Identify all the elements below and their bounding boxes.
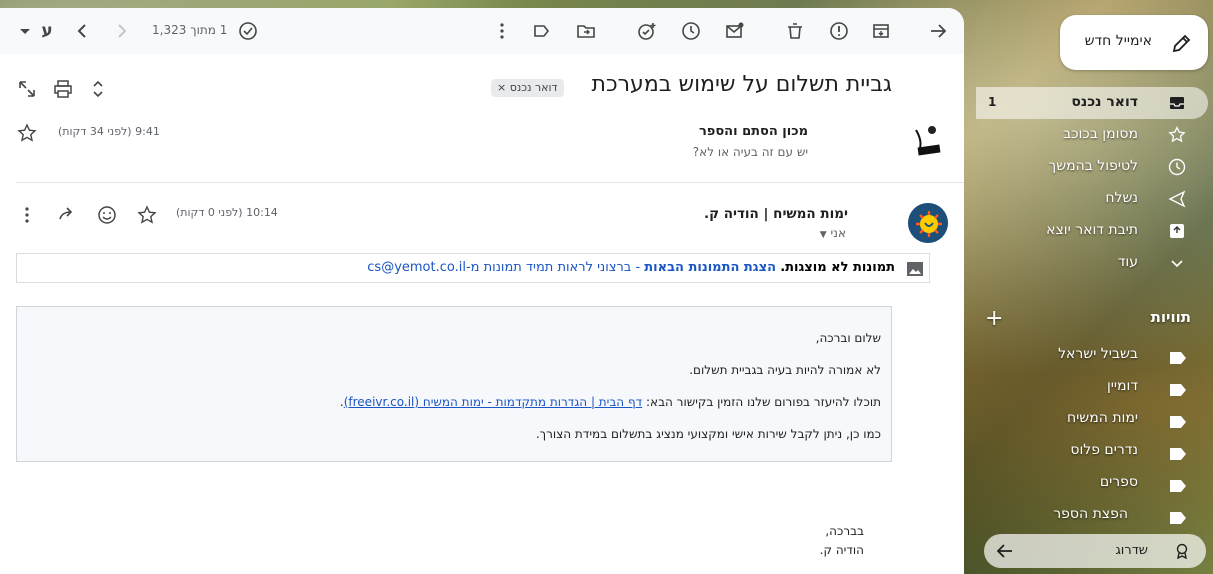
body-line-2: תוכלו להיעזר בפורום שלנו הזמין בקישור הב… xyxy=(340,395,881,409)
report-spam-icon[interactable] xyxy=(828,20,850,42)
expand-collapse-icon[interactable] xyxy=(87,78,109,100)
body-line-3: כמו כן, ניתן לקבל שירות אישי ומקצועי מנצ… xyxy=(535,427,881,441)
email-panel: ע 1 מתוך 1,323 דואר נכנס × גביית תשלום ע… xyxy=(0,8,964,574)
image-icon xyxy=(906,260,924,276)
sidebar-item-sent[interactable]: נשלח xyxy=(976,183,1208,215)
pager-count: 1 מתוך 1,323 xyxy=(152,23,228,37)
labels-section-title: תוויות xyxy=(1150,308,1191,326)
body-greeting: שלום וברכה, xyxy=(815,331,881,345)
add-label-icon[interactable]: + xyxy=(985,306,1003,331)
label-tag-icon xyxy=(1170,509,1186,524)
more-vert-icon[interactable] xyxy=(491,20,513,42)
label-item-text: דומיין xyxy=(1106,378,1138,394)
send-icon xyxy=(1168,190,1186,208)
body-line-1: לא אמורה להיות בעיה בגביית תשלום. xyxy=(689,363,881,377)
label-item-text: בשביל ישראל xyxy=(1058,346,1138,362)
caret-down-icon[interactable] xyxy=(14,20,36,42)
sidebar-item-label: תיבת דואר יוצא xyxy=(1046,222,1138,238)
label-icon[interactable] xyxy=(530,20,552,42)
back-arrow-icon[interactable] xyxy=(927,20,949,42)
back-arrow-icon[interactable] xyxy=(994,540,1016,562)
label-tag-icon xyxy=(1170,413,1186,428)
move-to-folder-icon[interactable] xyxy=(575,20,597,42)
archive-icon[interactable] xyxy=(870,20,892,42)
sidebar-item-snoozed[interactable]: לטיפול בהמשך xyxy=(976,151,1208,183)
signoff: בברכה, xyxy=(825,524,864,538)
email-subject: גביית תשלום על שימוש במערכת xyxy=(591,72,892,97)
signature: הודיה ק. xyxy=(819,543,864,557)
inbox-unread-count: 1 xyxy=(988,95,997,109)
label-item-text: ספרים xyxy=(1099,474,1138,490)
sender-avatar-yemot xyxy=(908,203,948,243)
inbox-label-chip[interactable]: דואר נכנס × xyxy=(491,79,564,97)
label-item[interactable]: ימות המשיח xyxy=(976,405,1208,433)
recipient-details-caret-icon[interactable]: ▼ xyxy=(820,230,827,240)
recipient-to-me[interactable]: אני ▼ xyxy=(820,226,846,240)
sidebar-item-more[interactable]: עוד xyxy=(976,247,1208,279)
sidebar-item-label: עוד xyxy=(1117,254,1138,270)
images-hidden-bar: תמונות לא מוצגות. הצגת התמונות הבאות - ב… xyxy=(16,253,930,283)
chevron-down-icon xyxy=(1168,254,1186,272)
reply-icon[interactable] xyxy=(56,204,78,226)
label-tag-icon xyxy=(1170,381,1186,396)
emoji-reaction-icon[interactable] xyxy=(96,204,118,226)
label-item-text: הפצת הספר xyxy=(1053,506,1128,522)
star-icon xyxy=(1168,125,1186,144)
images-not-shown-text: תמונות לא מוצגות. xyxy=(780,260,895,275)
pencil-icon xyxy=(1170,31,1194,55)
sidebar-item-starred[interactable]: מסומן בכוכב xyxy=(976,119,1208,151)
upgrade-button[interactable]: שדרוג xyxy=(984,534,1206,568)
recipient-label: אני xyxy=(830,226,846,240)
first-message-snippet[interactable]: יש עם זה בעיה או לא? xyxy=(693,145,808,159)
label-tag-icon xyxy=(1170,477,1186,492)
email-body-box: שלום וברכה, לא אמורה להיות בעיה בגביית ת… xyxy=(16,306,892,462)
sidebar-item-label: מסומן בכוכב xyxy=(1063,126,1138,142)
older-chevron-icon[interactable] xyxy=(110,20,132,42)
second-message-time: 10:14 (לפני 0 דקות) xyxy=(176,206,278,219)
mark-unread-icon[interactable] xyxy=(724,20,746,42)
sidebar-item-label: נשלח xyxy=(1105,190,1138,206)
sidebar-item-label: לטיפול בהמשך xyxy=(1048,158,1138,174)
first-message-sender[interactable]: מכון הסתם והספר xyxy=(699,124,808,139)
delete-icon[interactable] xyxy=(784,20,806,42)
clock-icon xyxy=(1168,158,1186,176)
first-message-time: 9:41 (לפני 34 דקות) xyxy=(58,125,160,138)
label-tag-icon xyxy=(1170,445,1186,460)
award-icon xyxy=(1174,543,1190,560)
sidebar-item-inbox[interactable]: דואר נכנס 1 xyxy=(976,87,1208,119)
open-in-new-window-icon[interactable] xyxy=(16,78,38,100)
print-icon[interactable] xyxy=(52,78,74,100)
label-item[interactable]: נדרים פלוס xyxy=(976,437,1208,465)
add-task-icon[interactable] xyxy=(636,20,658,42)
label-item-text: נדרים פלוס xyxy=(1070,442,1138,458)
forum-link[interactable]: דף הבית | הגדרות מתקדמות - ימות המשיח (f… xyxy=(344,395,642,409)
body-line-2-prefix: תוכלו להיעזר בפורום שלנו הזמין בקישור הב… xyxy=(646,395,881,409)
sidebar-item-label: דואר נכנס xyxy=(1071,94,1138,110)
sidebar-item-outbox[interactable]: תיבת דואר יוצא xyxy=(976,215,1208,247)
star-icon[interactable] xyxy=(16,122,38,144)
message-divider xyxy=(16,182,964,183)
second-message-sender[interactable]: ימות המשיח | הודיה ק. xyxy=(704,206,848,222)
always-show-images-link[interactable]: - ברצוני לראות תמיד תמונות מ-cs@yemot.co… xyxy=(367,260,640,275)
compose-label: אימייל חדש xyxy=(1084,33,1152,49)
compose-button[interactable]: אימייל חדש xyxy=(1060,15,1208,70)
star-icon[interactable] xyxy=(136,204,158,226)
label-item[interactable]: דומיין xyxy=(976,373,1208,401)
email-toolbar: ע 1 מתוך 1,323 xyxy=(0,8,964,54)
label-tag-icon xyxy=(1170,349,1186,364)
outbox-icon xyxy=(1168,222,1186,240)
language-button[interactable]: ע xyxy=(36,20,58,42)
upgrade-label: שדרוג xyxy=(1115,543,1148,558)
label-item[interactable]: הפצת הספר xyxy=(976,501,1208,529)
inbox-icon xyxy=(1168,94,1186,112)
tasks-check-icon[interactable] xyxy=(237,20,259,42)
message-more-vert-icon[interactable] xyxy=(16,204,38,226)
label-item[interactable]: ספרים xyxy=(976,469,1208,497)
show-images-link[interactable]: הצגת התמונות הבאות xyxy=(644,260,776,275)
newer-chevron-icon[interactable] xyxy=(72,20,94,42)
snooze-clock-icon[interactable] xyxy=(680,20,702,42)
sender-avatar-institute xyxy=(906,120,946,160)
label-item-text: ימות המשיח xyxy=(1067,410,1138,426)
label-item[interactable]: בשביל ישראל xyxy=(976,341,1208,369)
